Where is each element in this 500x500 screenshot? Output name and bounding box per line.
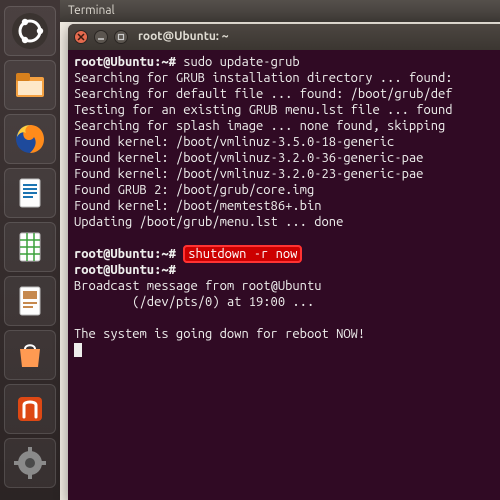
launcher-ubuntu-one[interactable] [4, 384, 56, 434]
terminal-line: Found kernel: /boot/memtest86+.bin [74, 198, 500, 214]
highlighted-command: shutdown -r now [183, 245, 302, 263]
close-icon [77, 33, 85, 41]
terminal-line: Found kernel: /boot/vmlinuz-3.2.0-23-gen… [74, 166, 500, 182]
terminal-line: root@Ubuntu:~# shutdown -r now [74, 246, 500, 262]
terminal-line: root@Ubuntu:~# sudo update-grub [74, 54, 500, 70]
terminal-line: Searching for GRUB installation director… [74, 70, 500, 86]
window-title: root@Ubuntu: ~ [138, 30, 228, 43]
terminal-line [74, 342, 500, 358]
minimize-icon [97, 33, 105, 41]
terminal-line: Found GRUB 2: /boot/grub/core.img [74, 182, 500, 198]
folder-icon [10, 65, 50, 105]
ubuntu-one-icon [10, 389, 50, 429]
launcher-calc[interactable] [4, 222, 56, 272]
terminal-line: The system is going down for reboot NOW! [74, 326, 500, 342]
terminal-window: root@Ubuntu: ~ root@Ubuntu:~# sudo updat… [68, 24, 500, 500]
launcher-writer[interactable] [4, 168, 56, 218]
window-close-button[interactable] [74, 30, 88, 44]
terminal-line: Found kernel: /boot/vmlinuz-3.5.0-18-gen… [74, 134, 500, 150]
terminal-line: root@Ubuntu:~# [74, 262, 500, 278]
document-icon [10, 173, 50, 213]
window-titlebar[interactable]: root@Ubuntu: ~ [68, 24, 500, 50]
global-menubar[interactable]: Terminal [60, 0, 500, 22]
terminal-line: Found kernel: /boot/vmlinuz-3.2.0-36-gen… [74, 150, 500, 166]
terminal-line: Searching for default file ... found: /b… [74, 86, 500, 102]
launcher-files[interactable] [4, 60, 56, 110]
terminal-line: Testing for an existing GRUB menu.lst fi… [74, 102, 500, 118]
launcher-firefox[interactable] [4, 114, 56, 164]
terminal-content[interactable]: root@Ubuntu:~# sudo update-grubSearching… [68, 50, 500, 500]
window-minimize-button[interactable] [94, 30, 108, 44]
terminal-line [74, 230, 500, 246]
desktop-area: Terminal root@Ubuntu: ~ root@Ubuntu:~# s… [60, 0, 500, 500]
launcher-dash[interactable] [4, 6, 56, 56]
terminal-line: (/dev/pts/0) at 19:00 ... [74, 294, 500, 310]
terminal-line [74, 310, 500, 326]
menubar-app-title: Terminal [68, 4, 115, 17]
ubuntu-logo-icon [10, 11, 50, 51]
terminal-line: Broadcast message from root@Ubuntu [74, 278, 500, 294]
gear-icon [10, 443, 50, 483]
bag-icon [10, 335, 50, 375]
launcher-settings[interactable] [4, 438, 56, 488]
unity-launcher [0, 0, 60, 500]
terminal-line: Searching for splash image ... none foun… [74, 118, 500, 134]
firefox-icon [10, 119, 50, 159]
launcher-software-center[interactable] [4, 330, 56, 380]
maximize-icon [117, 33, 125, 41]
spreadsheet-icon [10, 227, 50, 267]
window-maximize-button[interactable] [114, 30, 128, 44]
launcher-impress[interactable] [4, 276, 56, 326]
presentation-icon [10, 281, 50, 321]
cursor-block [74, 343, 82, 357]
terminal-line: Updating /boot/grub/menu.lst ... done [74, 214, 500, 230]
